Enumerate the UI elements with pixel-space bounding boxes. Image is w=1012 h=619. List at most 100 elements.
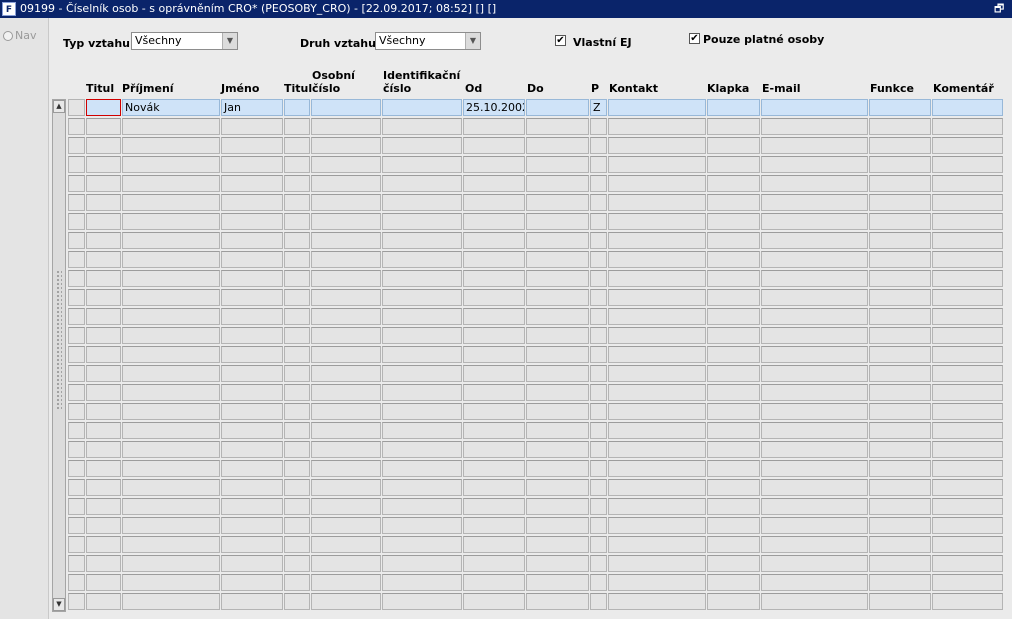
cell-jmeno[interactable] bbox=[221, 479, 283, 496]
cell-od[interactable] bbox=[463, 118, 525, 135]
cell-klapka[interactable] bbox=[707, 118, 760, 135]
cell-prijmeni[interactable] bbox=[122, 251, 220, 268]
cell-kontakt[interactable] bbox=[608, 384, 706, 401]
cell-titul-before[interactable] bbox=[86, 118, 121, 135]
cell-kontakt[interactable] bbox=[608, 593, 706, 610]
cell-do[interactable] bbox=[526, 365, 589, 382]
cell-od[interactable] bbox=[463, 460, 525, 477]
cell-prijmeni[interactable] bbox=[122, 270, 220, 287]
cell-klapka[interactable] bbox=[707, 99, 760, 116]
cell-p[interactable] bbox=[590, 517, 607, 534]
row-indicator-cell[interactable] bbox=[68, 118, 85, 135]
cell-prijmeni[interactable] bbox=[122, 441, 220, 458]
cell-ident-cislo[interactable] bbox=[382, 555, 462, 572]
cell-od[interactable] bbox=[463, 137, 525, 154]
cell-klapka[interactable] bbox=[707, 289, 760, 306]
cell-titul-before[interactable] bbox=[86, 517, 121, 534]
cell-jmeno[interactable] bbox=[221, 517, 283, 534]
cell-od[interactable] bbox=[463, 194, 525, 211]
cell-klapka[interactable] bbox=[707, 346, 760, 363]
row-indicator-cell[interactable] bbox=[68, 593, 85, 610]
cell-p[interactable]: Z bbox=[590, 99, 607, 116]
cell-funkce[interactable] bbox=[869, 536, 931, 553]
cell-titul-before[interactable] bbox=[86, 441, 121, 458]
cell-jmeno[interactable] bbox=[221, 403, 283, 420]
cell-titul-after[interactable] bbox=[284, 137, 310, 154]
cell-prijmeni[interactable] bbox=[122, 213, 220, 230]
cell-ident-cislo[interactable] bbox=[382, 441, 462, 458]
cell-titul-before[interactable] bbox=[86, 251, 121, 268]
cell-titul-before[interactable] bbox=[86, 270, 121, 287]
cell-email[interactable] bbox=[761, 517, 868, 534]
cell-klapka[interactable] bbox=[707, 593, 760, 610]
cell-ident-cislo[interactable] bbox=[382, 213, 462, 230]
cell-prijmeni[interactable] bbox=[122, 194, 220, 211]
cell-klapka[interactable] bbox=[707, 403, 760, 420]
cell-klapka[interactable] bbox=[707, 365, 760, 382]
scroll-up-icon[interactable]: ▲ bbox=[53, 100, 65, 113]
cell-jmeno[interactable] bbox=[221, 441, 283, 458]
cell-do[interactable] bbox=[526, 574, 589, 591]
cell-jmeno[interactable] bbox=[221, 422, 283, 439]
cell-titul-before[interactable] bbox=[86, 574, 121, 591]
cell-komentar[interactable] bbox=[932, 479, 1003, 496]
cell-ident-cislo[interactable] bbox=[382, 403, 462, 420]
cell-p[interactable] bbox=[590, 365, 607, 382]
cell-jmeno[interactable] bbox=[221, 346, 283, 363]
cell-p[interactable] bbox=[590, 175, 607, 192]
cell-p[interactable] bbox=[590, 118, 607, 135]
cell-ident-cislo[interactable] bbox=[382, 194, 462, 211]
cell-kontakt[interactable] bbox=[608, 365, 706, 382]
cell-do[interactable] bbox=[526, 479, 589, 496]
cell-funkce[interactable] bbox=[869, 327, 931, 344]
row-indicator-cell[interactable] bbox=[68, 517, 85, 534]
cell-p[interactable] bbox=[590, 536, 607, 553]
cell-titul-after[interactable] bbox=[284, 213, 310, 230]
cell-od[interactable] bbox=[463, 422, 525, 439]
cell-kontakt[interactable] bbox=[608, 308, 706, 325]
cell-email[interactable] bbox=[761, 479, 868, 496]
cell-funkce[interactable] bbox=[869, 593, 931, 610]
cell-p[interactable] bbox=[590, 441, 607, 458]
cell-funkce[interactable] bbox=[869, 175, 931, 192]
cell-email[interactable] bbox=[761, 156, 868, 173]
cell-kontakt[interactable] bbox=[608, 137, 706, 154]
cell-email[interactable] bbox=[761, 99, 868, 116]
cell-kontakt[interactable] bbox=[608, 175, 706, 192]
cell-od[interactable] bbox=[463, 346, 525, 363]
row-indicator-cell[interactable] bbox=[68, 365, 85, 382]
cell-do[interactable] bbox=[526, 156, 589, 173]
cell-titul-after[interactable] bbox=[284, 232, 310, 249]
cell-komentar[interactable] bbox=[932, 593, 1003, 610]
cell-jmeno[interactable] bbox=[221, 156, 283, 173]
cell-titul-before[interactable] bbox=[86, 536, 121, 553]
row-indicator-cell[interactable] bbox=[68, 251, 85, 268]
cell-funkce[interactable] bbox=[869, 137, 931, 154]
cell-komentar[interactable] bbox=[932, 422, 1003, 439]
cell-titul-after[interactable] bbox=[284, 403, 310, 420]
cell-komentar[interactable] bbox=[932, 99, 1003, 116]
cell-email[interactable] bbox=[761, 574, 868, 591]
cell-kontakt[interactable] bbox=[608, 441, 706, 458]
cell-kontakt[interactable] bbox=[608, 251, 706, 268]
cell-email[interactable] bbox=[761, 308, 868, 325]
cell-od[interactable] bbox=[463, 536, 525, 553]
cell-jmeno[interactable] bbox=[221, 498, 283, 515]
cell-osobni-cislo[interactable] bbox=[311, 308, 381, 325]
cell-titul-before[interactable] bbox=[86, 99, 121, 116]
cell-titul-before[interactable] bbox=[86, 289, 121, 306]
cell-jmeno[interactable] bbox=[221, 251, 283, 268]
row-indicator-cell[interactable] bbox=[68, 194, 85, 211]
row-indicator-cell[interactable] bbox=[68, 213, 85, 230]
cell-komentar[interactable] bbox=[932, 213, 1003, 230]
cell-osobni-cislo[interactable] bbox=[311, 251, 381, 268]
cell-do[interactable] bbox=[526, 175, 589, 192]
cell-klapka[interactable] bbox=[707, 232, 760, 249]
cell-komentar[interactable] bbox=[932, 574, 1003, 591]
cell-prijmeni[interactable] bbox=[122, 536, 220, 553]
cell-kontakt[interactable] bbox=[608, 536, 706, 553]
cell-titul-before[interactable] bbox=[86, 422, 121, 439]
cell-p[interactable] bbox=[590, 422, 607, 439]
cell-p[interactable] bbox=[590, 270, 607, 287]
typ-vztahu-select[interactable]: Všechny ▼ bbox=[131, 32, 238, 50]
